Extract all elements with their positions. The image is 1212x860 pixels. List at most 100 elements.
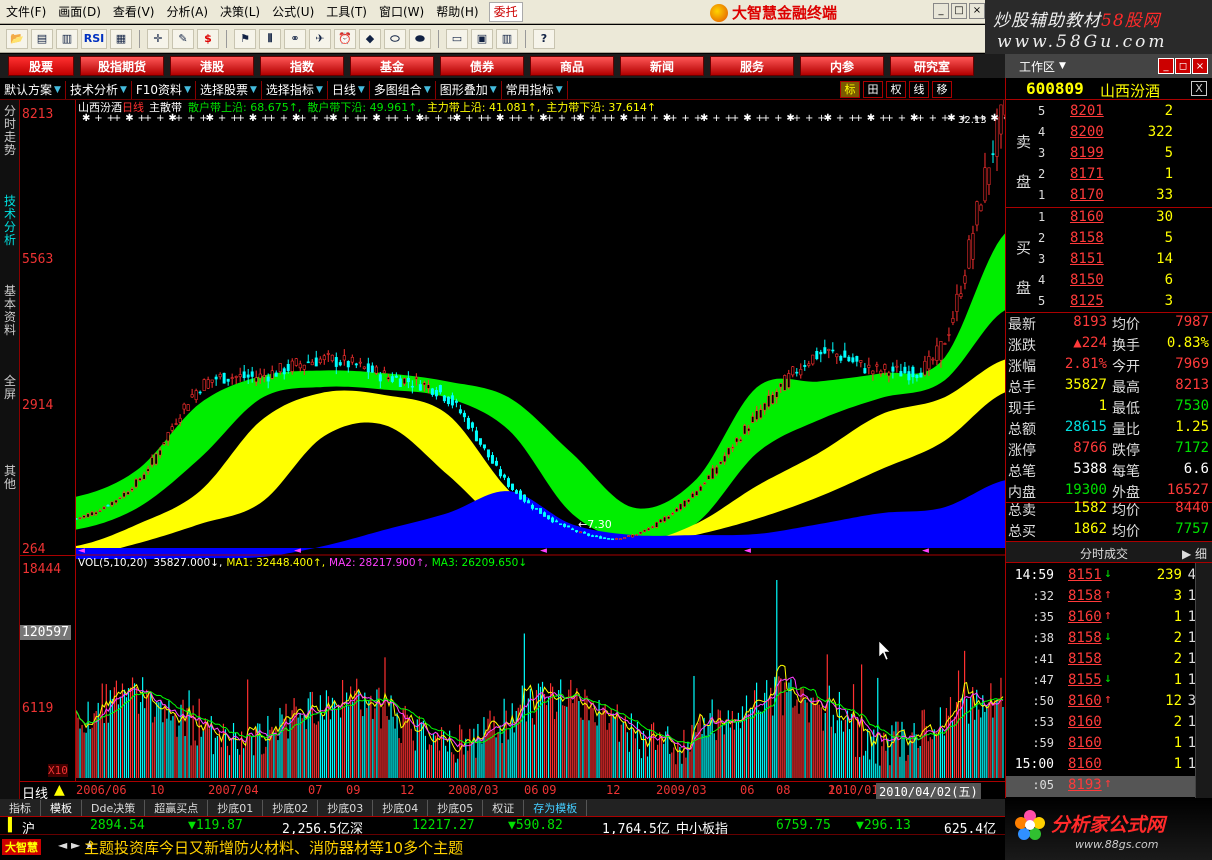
rsi-icon[interactable]: RSI (81, 28, 107, 49)
orderbook-price[interactable]: 8160 (1070, 209, 1104, 225)
side-tab[interactable]: 基本资料 (2, 285, 18, 337)
help-icon[interactable]: ? (533, 28, 555, 49)
bird-icon[interactable]: ✈ (309, 28, 331, 49)
category-tab[interactable]: 基金 (350, 56, 434, 76)
books-icon[interactable]: ▥ (496, 28, 518, 49)
strategy-tab[interactable]: 抄底02 (263, 799, 319, 816)
category-tab[interactable]: 新闻 (620, 56, 704, 76)
side-tab[interactable]: 技术分析 (2, 195, 18, 247)
strategy-tab[interactable]: 抄底05 (428, 799, 484, 816)
orderbook-price[interactable]: 8200 (1070, 124, 1104, 140)
close-button[interactable]: × (969, 3, 985, 19)
menu-item[interactable]: 帮助(H) (430, 0, 484, 24)
capsule-icon[interactable]: ⬭ (384, 28, 406, 49)
orderbook-price[interactable]: 8150 (1070, 272, 1104, 288)
chart-mode-button[interactable]: 权 (886, 81, 906, 98)
menu-item[interactable]: 窗口(W) (373, 0, 430, 24)
candle-body (250, 371, 254, 377)
alarm-icon[interactable]: ⏰ (334, 28, 356, 49)
doc-icon[interactable]: ▭ (446, 28, 468, 49)
menu-item[interactable]: 决策(L) (214, 0, 266, 24)
menu-item[interactable]: 公式(U) (266, 0, 320, 24)
option-dropdown[interactable]: 常用指标 ▼ (502, 80, 568, 99)
menu-item[interactable]: 文件(F) (0, 0, 52, 24)
bars-icon[interactable]: ⫴ (259, 28, 281, 49)
option-dropdown[interactable]: F10资料 ▼ (132, 80, 196, 99)
strategy-tab[interactable]: 存为模板 (524, 799, 588, 816)
ticks-scrollbar[interactable] (1195, 563, 1212, 798)
tick-volume: 2 (1173, 651, 1182, 667)
strategy-tab[interactable]: Dde决策 (82, 799, 146, 816)
orderbook-price[interactable]: 8201 (1070, 103, 1104, 119)
capsule2-icon[interactable]: ⬬ (409, 28, 431, 49)
quote-key: 总笔 (1008, 464, 1036, 480)
option-dropdown[interactable]: 技术分析 ▼ (66, 80, 132, 99)
strategy-tab[interactable]: 模板 (41, 799, 82, 816)
binoculars-icon[interactable]: ⚭ (284, 28, 306, 49)
minimize-button[interactable]: _ (933, 3, 949, 19)
option-dropdown[interactable]: 图形叠加 ▼ (436, 80, 502, 99)
flag-icon[interactable]: ⚑ (234, 28, 256, 49)
candle-body (362, 366, 366, 369)
period-cell[interactable]: 日线 ▲ (20, 781, 76, 802)
side-tab[interactable]: 分时走势 (2, 105, 18, 157)
cross-icon[interactable]: ✛ (147, 28, 169, 49)
kline-chart[interactable]: ✱ + + + ✱ + + + ✱ + + + ✱ + + + ✱ + + + ✱ + + + ✱ + + + ✱ + + + ✱ + + + ✱ + + +… (76, 100, 1005, 781)
orderbook-price[interactable]: 8170 (1070, 187, 1104, 203)
chart-icon[interactable]: ▤ (31, 28, 53, 49)
orderbook-price[interactable]: 8199 (1070, 145, 1104, 161)
menu-item[interactable]: 分析(A) (160, 0, 214, 24)
chart-mode-button[interactable]: 线 (909, 81, 929, 98)
ticks-detail-button[interactable]: ▶ 细 (1182, 545, 1207, 562)
category-tab[interactable]: 指数 (260, 56, 344, 76)
strategy-tab[interactable]: 指标 (0, 799, 41, 816)
category-tab[interactable]: 服务 (710, 56, 794, 76)
orderbook-level: 3 (1038, 252, 1046, 266)
menu-item[interactable]: 查看(V) (107, 0, 161, 24)
strategy-tab[interactable]: 抄底04 (373, 799, 429, 816)
workarea-close-button[interactable]: × (1192, 58, 1208, 74)
menu-item[interactable]: 画面(D) (52, 0, 107, 24)
signal-mark: + (651, 113, 659, 124)
option-dropdown[interactable]: 选择股票 ▼ (196, 80, 262, 99)
option-dropdown[interactable]: 多图组合 ▼ (370, 80, 436, 99)
category-tab[interactable]: 研究室 (890, 56, 974, 76)
side-tab[interactable]: 其他 (2, 465, 18, 491)
orderbook-price[interactable]: 8171 (1070, 166, 1104, 182)
chart-mode-button[interactable]: 田 (863, 81, 883, 98)
category-tab[interactable]: 股指期货 (80, 56, 164, 76)
category-tab[interactable]: 港股 (170, 56, 254, 76)
workarea-min-button[interactable]: _ (1158, 58, 1174, 74)
news-headline[interactable]: 主题投资库今日又新增防火材料、消防器材等10多个主题 (84, 837, 463, 858)
category-tab[interactable]: 商品 (530, 56, 614, 76)
option-dropdown[interactable]: 选择指标 ▼ (262, 80, 328, 99)
restore-button[interactable]: □ (951, 3, 967, 19)
open-icon[interactable]: 📂 (6, 28, 28, 49)
workarea-restore-button[interactable]: ◻ (1175, 58, 1191, 74)
chevron-down-icon[interactable]: ▼ (1059, 61, 1066, 71)
strategy-tab[interactable]: 抄底01 (208, 799, 264, 816)
category-tab[interactable]: 债券 (440, 56, 524, 76)
strategy-tab[interactable]: 抄底03 (318, 799, 374, 816)
category-tab[interactable]: 内参 (800, 56, 884, 76)
dollar-icon[interactable]: $ (197, 28, 219, 49)
grid-icon[interactable]: ▦ (110, 28, 132, 49)
chart-mode-button[interactable]: 移 (932, 81, 952, 98)
ruler-icon[interactable]: ✎ (172, 28, 194, 49)
bar-icon[interactable]: ▥ (56, 28, 78, 49)
trust-button[interactable]: 委托 (488, 1, 523, 22)
window-icon[interactable]: ▣ (471, 28, 493, 49)
orderbook-price[interactable]: 8125 (1070, 293, 1104, 309)
orderbook-price[interactable]: 8151 (1070, 251, 1104, 267)
side-tab[interactable]: 全屏 (2, 375, 18, 401)
diamond-icon[interactable]: ◆ (359, 28, 381, 49)
option-dropdown[interactable]: 日线 ▼ (328, 80, 370, 99)
menu-item[interactable]: 工具(T) (320, 0, 373, 24)
category-tab[interactable]: 股票 (8, 56, 74, 76)
option-dropdown[interactable]: 默认方案 ▼ (0, 80, 66, 99)
close-icon[interactable]: X (1191, 81, 1207, 96)
strategy-tab[interactable]: 权证 (483, 799, 525, 816)
chart-mode-button[interactable]: 标 (840, 81, 860, 98)
orderbook-price[interactable]: 8158 (1070, 230, 1104, 246)
strategy-tab[interactable]: 超赢买点 (145, 799, 209, 816)
